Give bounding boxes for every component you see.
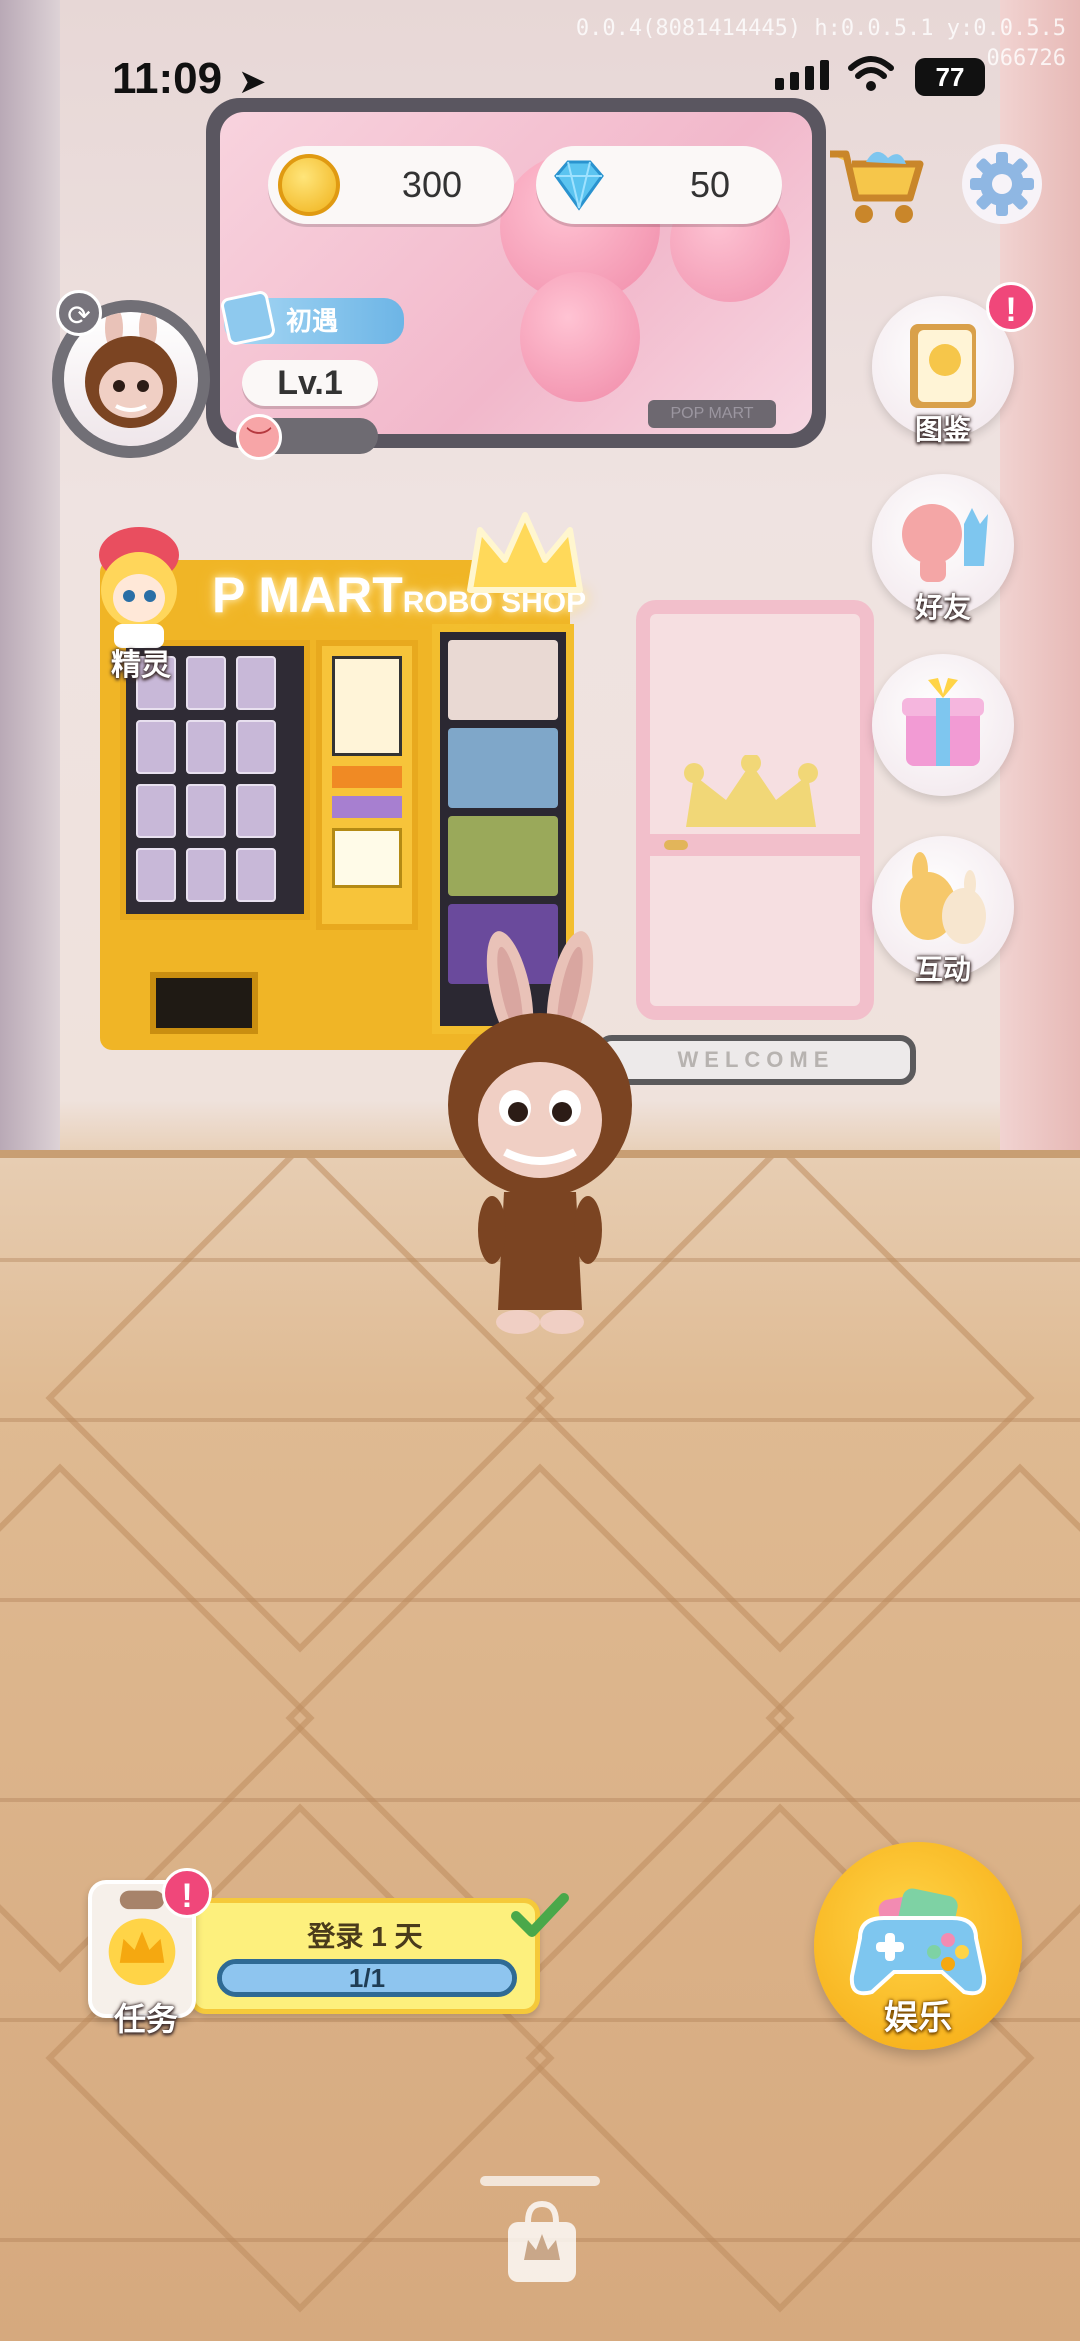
bear-plush [520,272,640,402]
task-alert-badge: ! [162,1868,212,1918]
gem-counter[interactable]: 50 [536,146,782,224]
sad-face-icon: ︶ [236,414,282,460]
status-time: 11:09 [112,54,223,103]
collection-alert-badge: ! [986,282,1036,332]
gem-value: 50 [689,164,730,205]
crown-icon [467,512,583,593]
task-card[interactable]: 登录 1 天 1/1 [190,1898,540,2014]
gear-icon [970,152,1034,216]
entertainment-label[interactable]: 娱乐 [814,1990,1022,2039]
poster [448,640,558,720]
shop-kiosk [316,640,418,930]
gift-button[interactable] [872,654,1014,796]
settings-button[interactable] [962,144,1042,224]
cart-icon[interactable] [826,140,926,226]
coin-counter[interactable]: 300 [268,146,514,224]
banner-tag: POP MART [648,400,776,428]
elf-label[interactable]: 精灵 [76,640,206,684]
debug-version-text: 0.0.4(8081414445) h:0.0.5.1 y:0.0.5.5 06… [575,16,1066,71]
drawer-handle[interactable] [480,2176,600,2186]
door-crown-icon [684,755,818,827]
swap-character-button[interactable]: ⟳ [56,290,102,336]
location-arrow-icon: ➤ [238,63,267,101]
elf-icon[interactable] [84,520,194,650]
task-progress-text: 1/1 [348,1963,386,1993]
interact-button[interactable]: 互动 [872,836,1014,985]
gift-icon [902,678,984,766]
task-label[interactable]: 任务 [96,1994,196,2040]
task-title: 登录 1 天 [307,1921,423,1952]
poster [448,728,558,808]
shop-slot [150,972,258,1034]
bag-icon[interactable] [500,2200,584,2286]
left-wall [0,0,60,1150]
poster [448,816,558,896]
coin-icon [278,154,340,216]
relationship-badge: 初遇 [219,289,404,347]
labubu-character[interactable] [430,930,650,1370]
flag-icon [219,289,277,347]
check-icon [511,1893,569,1937]
task-progress-bar: 1/1 [217,1959,517,1997]
gem-icon [554,160,604,211]
coin-value: 300 [401,164,462,205]
friends-button[interactable]: 好友 [872,474,1014,623]
level-label: Lv.1 [242,360,378,406]
